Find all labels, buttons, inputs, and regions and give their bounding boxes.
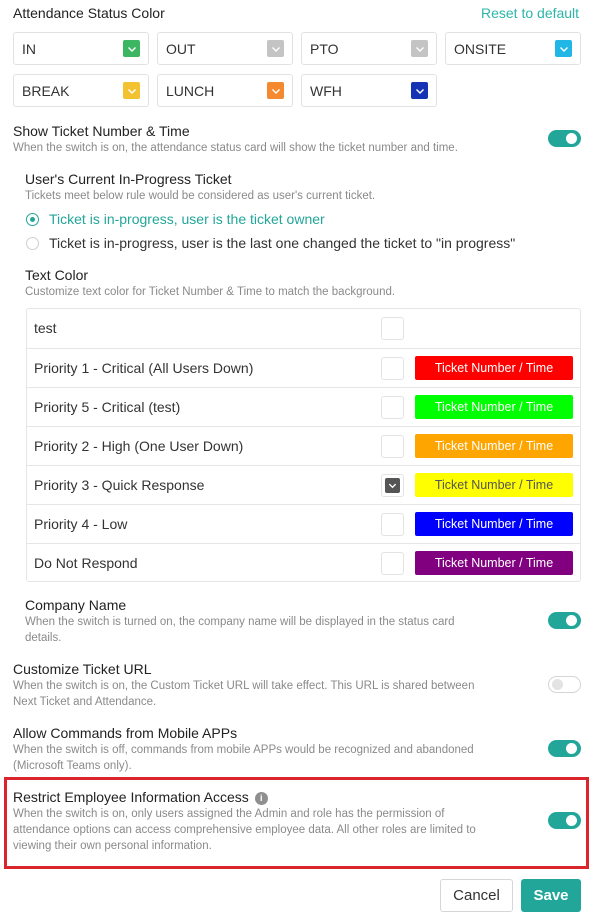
radio-option-owner[interactable]: Ticket is in-progress, user is the ticke… bbox=[26, 211, 325, 227]
status-box-wfh[interactable]: WFH bbox=[301, 74, 437, 107]
text-color-row: test bbox=[27, 309, 580, 348]
text-color-row: Priority 2 - High (One User Down) Ticket … bbox=[27, 426, 580, 465]
section-title-status-color: Attendance Status Color bbox=[13, 5, 165, 21]
status-box-lunch[interactable]: LUNCH bbox=[157, 74, 293, 107]
text-color-row-label: test bbox=[34, 320, 57, 336]
text-color-row-label: Priority 4 - Low bbox=[34, 516, 128, 532]
radio-unselected-icon[interactable] bbox=[26, 236, 39, 250]
color-picker-dropdown-icon[interactable] bbox=[267, 40, 284, 57]
mobile-commands-desc-2: (Microsoft Teams only). bbox=[13, 760, 132, 772]
ticket-sample-badge: Ticket Number / Time bbox=[415, 473, 573, 497]
restrict-access-desc-3: viewing their own personal information. bbox=[13, 840, 212, 852]
company-name-desc-1: When the switch is turned on, the compan… bbox=[25, 616, 455, 628]
text-color-checkbox[interactable] bbox=[381, 513, 404, 536]
text-color-row-label: Priority 2 - High (One User Down) bbox=[34, 438, 244, 454]
status-box-out[interactable]: OUT bbox=[157, 32, 293, 65]
status-label: BREAK bbox=[22, 82, 70, 99]
text-color-table: test Priority 1 - Critical (All Users Dow… bbox=[26, 308, 581, 582]
info-icon[interactable]: i bbox=[254, 792, 268, 805]
mobile-commands-desc-1: When the switch is off, commands from mo… bbox=[13, 744, 474, 756]
show-ticket-title: Show Ticket Number & Time bbox=[13, 123, 190, 139]
ticket-sample-badge: Ticket Number / Time bbox=[415, 395, 573, 419]
status-box-in[interactable]: IN bbox=[13, 32, 149, 65]
company-name-title: Company Name bbox=[25, 597, 127, 613]
text-color-row: Priority 1 - Critical (All Users Down) Ti… bbox=[27, 348, 580, 387]
mobile-commands-title: Allow Commands from Mobile APPs bbox=[13, 725, 238, 741]
restrict-access-desc-1: When the switch is on, only users assign… bbox=[13, 808, 445, 820]
color-picker-dropdown-icon[interactable] bbox=[267, 82, 284, 99]
text-color-row-label: Priority 1 - Critical (All Users Down) bbox=[34, 360, 254, 376]
show-ticket-toggle[interactable] bbox=[548, 130, 581, 147]
custom-url-toggle[interactable] bbox=[548, 676, 581, 693]
current-ticket-desc: Tickets meet below rule would be conside… bbox=[25, 190, 376, 202]
text-color-row: Priority 5 - Critical (test) Ticket Numbe… bbox=[27, 387, 580, 426]
chevron-down-icon bbox=[385, 478, 400, 493]
text-color-checkbox[interactable] bbox=[381, 552, 404, 575]
ticket-sample-badge: Ticket Number / Time bbox=[415, 356, 573, 380]
text-color-row-label: Priority 5 - Critical (test) bbox=[34, 399, 181, 415]
text-color-checkbox[interactable] bbox=[381, 474, 404, 497]
restrict-access-toggle[interactable] bbox=[548, 812, 581, 829]
save-button[interactable]: Save bbox=[521, 879, 581, 912]
text-color-row: Priority 4 - Low Ticket Number / Time bbox=[27, 504, 580, 543]
custom-url-desc-2: Next Ticket and Attendance. bbox=[13, 696, 157, 708]
restrict-access-title-text: Restrict Employee Information Access bbox=[13, 789, 249, 805]
color-picker-dropdown-icon[interactable] bbox=[123, 40, 140, 57]
current-ticket-title: User's Current In-Progress Ticket bbox=[25, 171, 232, 187]
text-color-checkbox[interactable] bbox=[381, 435, 404, 458]
text-color-row-label: Do Not Respond bbox=[34, 555, 138, 571]
text-color-row: Priority 3 - Quick Response Ticket Number… bbox=[27, 465, 580, 504]
status-label: LUNCH bbox=[166, 82, 215, 99]
status-label: ONSITE bbox=[454, 40, 507, 57]
text-color-row: Do Not Respond Ticket Number / Time bbox=[27, 543, 580, 582]
restrict-access-desc-2: attendance options can access comprehens… bbox=[13, 824, 476, 836]
custom-url-title: Customize Ticket URL bbox=[13, 661, 152, 677]
ticket-sample-badge: Ticket Number / Time bbox=[415, 551, 573, 575]
restrict-access-title: Restrict Employee Information Access i bbox=[13, 789, 268, 805]
mobile-commands-toggle[interactable] bbox=[548, 740, 581, 757]
text-color-desc: Customize text color for Ticket Number &… bbox=[25, 286, 396, 298]
status-label: WFH bbox=[310, 82, 342, 99]
status-label: IN bbox=[22, 40, 36, 57]
ticket-sample-badge: Ticket Number / Time bbox=[415, 434, 573, 458]
text-color-checkbox[interactable] bbox=[381, 396, 404, 419]
text-color-row-label: Priority 3 - Quick Response bbox=[34, 477, 205, 493]
radio-option-last-changed[interactable]: Ticket is in-progress, user is the last … bbox=[26, 235, 515, 251]
color-picker-dropdown-icon[interactable] bbox=[555, 40, 572, 57]
show-ticket-desc: When the switch is on, the attendance st… bbox=[13, 142, 458, 154]
status-box-pto[interactable]: PTO bbox=[301, 32, 437, 65]
cancel-button[interactable]: Cancel bbox=[440, 879, 513, 912]
color-picker-dropdown-icon[interactable] bbox=[411, 40, 428, 57]
radio-option-owner-label: Ticket is in-progress, user is the ticke… bbox=[49, 211, 325, 227]
status-label: PTO bbox=[310, 40, 339, 57]
status-label: OUT bbox=[166, 40, 196, 57]
color-picker-dropdown-icon[interactable] bbox=[411, 82, 428, 99]
text-color-checkbox[interactable] bbox=[381, 357, 404, 380]
ticket-sample-badge: Ticket Number / Time bbox=[415, 512, 573, 536]
status-box-onsite[interactable]: ONSITE bbox=[445, 32, 581, 65]
reset-to-default-link[interactable]: Reset to default bbox=[481, 5, 579, 21]
custom-url-desc-1: When the switch is on, the Custom Ticket… bbox=[13, 680, 475, 692]
company-name-desc-2: details. bbox=[25, 632, 62, 644]
color-picker-dropdown-icon[interactable] bbox=[123, 82, 140, 99]
radio-option-last-changed-label: Ticket is in-progress, user is the last … bbox=[49, 235, 516, 251]
company-name-toggle[interactable] bbox=[548, 612, 581, 629]
status-box-break[interactable]: BREAK bbox=[13, 74, 149, 107]
radio-selected-icon[interactable] bbox=[26, 212, 39, 226]
text-color-title: Text Color bbox=[25, 267, 89, 283]
text-color-checkbox[interactable] bbox=[381, 317, 404, 340]
